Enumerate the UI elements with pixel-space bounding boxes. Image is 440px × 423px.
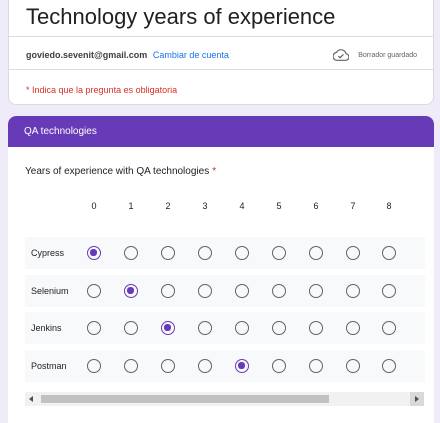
radio-postman-5[interactable] [272,359,286,373]
radio-cypress-3[interactable] [198,246,212,260]
radio-jenkins-5[interactable] [272,321,286,335]
radio-selenium-7[interactable] [346,284,360,298]
radio-cypress-6[interactable] [309,246,323,260]
radio-selenium-8[interactable] [382,284,396,298]
horizontal-scrollbar[interactable] [25,392,424,406]
arrow-right-icon [415,396,419,402]
radio-cypress-4[interactable] [235,246,249,260]
column-header: 7 [350,201,356,211]
column-header: 5 [276,201,282,211]
radio-jenkins-1[interactable] [124,321,138,335]
question-card: QA technologies Years of experience with… [8,116,434,423]
radio-jenkins-7[interactable] [346,321,360,335]
radio-postman-1[interactable] [124,359,138,373]
header-divider [9,36,433,37]
radio-postman-0[interactable] [87,359,101,373]
radio-cypress-2[interactable] [161,246,175,260]
cloud-check-icon [333,49,350,61]
radio-jenkins-3[interactable] [198,321,212,335]
column-header: 0 [91,201,97,211]
radio-jenkins-2[interactable] [161,321,175,335]
radio-postman-2[interactable] [161,359,175,373]
arrow-left-icon [29,396,33,402]
radio-cypress-1[interactable] [124,246,138,260]
radio-postman-3[interactable] [198,359,212,373]
radio-selenium-4[interactable] [235,284,249,298]
row-label-selenium: Selenium [31,286,69,296]
radio-cypress-5[interactable] [272,246,286,260]
draft-status: Borrador guardado [333,49,417,61]
column-header: 1 [128,201,134,211]
scroll-left-button[interactable] [25,392,39,406]
row-label-jenkins: Jenkins [31,323,62,333]
switch-account-link[interactable]: Cambiar de cuenta [153,50,229,60]
account-divider [9,69,433,70]
radio-jenkins-4[interactable] [235,321,249,335]
radio-cypress-0[interactable] [87,246,101,260]
radio-jenkins-0[interactable] [87,321,101,335]
grid-row-selenium: Selenium [25,275,425,307]
radio-selenium-1[interactable] [124,284,138,298]
required-asterisk: * [212,166,217,177]
account-row: goviedo.sevenit@gmail.com Cambiar de cue… [26,50,229,60]
radio-postman-7[interactable] [346,359,360,373]
radio-cypress-7[interactable] [346,246,360,260]
row-label-postman: Postman [31,361,67,371]
question-title: Years of experience with QA technologies… [25,166,216,177]
radio-jenkins-8[interactable] [382,321,396,335]
column-header: 6 [313,201,319,211]
grid-row-postman: Postman [25,350,425,382]
required-note: * Indica que la pregunta es obligatoria [26,85,178,95]
section-title: QA technologies [24,126,97,137]
grid-row-jenkins: Jenkins [25,312,425,344]
radio-selenium-3[interactable] [198,284,212,298]
column-header: 3 [202,201,208,211]
form-header-card: Technology years of experience goviedo.s… [8,0,434,105]
radio-jenkins-6[interactable] [309,321,323,335]
radio-postman-4[interactable] [235,359,249,373]
draft-status-label: Borrador guardado [358,51,417,59]
column-header: 4 [239,201,245,211]
radio-selenium-0[interactable] [87,284,101,298]
scrollbar-thumb[interactable] [41,395,329,403]
radio-selenium-6[interactable] [309,284,323,298]
radio-postman-8[interactable] [382,359,396,373]
account-email: goviedo.sevenit@gmail.com [26,50,148,60]
column-header: 8 [386,201,392,211]
grid-row-cypress: Cypress [25,237,425,269]
radio-postman-6[interactable] [309,359,323,373]
radio-cypress-8[interactable] [382,246,396,260]
radio-selenium-2[interactable] [161,284,175,298]
row-label-cypress: Cypress [31,248,65,258]
scroll-right-button[interactable] [410,392,424,406]
column-header: 2 [165,201,171,211]
question-label: Years of experience with QA technologies [25,166,210,177]
radio-selenium-5[interactable] [272,284,286,298]
form-title: Technology years of experience [26,4,336,29]
section-header: QA technologies [8,116,434,147]
choice-grid: 0 1 2 3 4 5 6 7 8 Cypress Selenium Jenki… [25,201,425,401]
